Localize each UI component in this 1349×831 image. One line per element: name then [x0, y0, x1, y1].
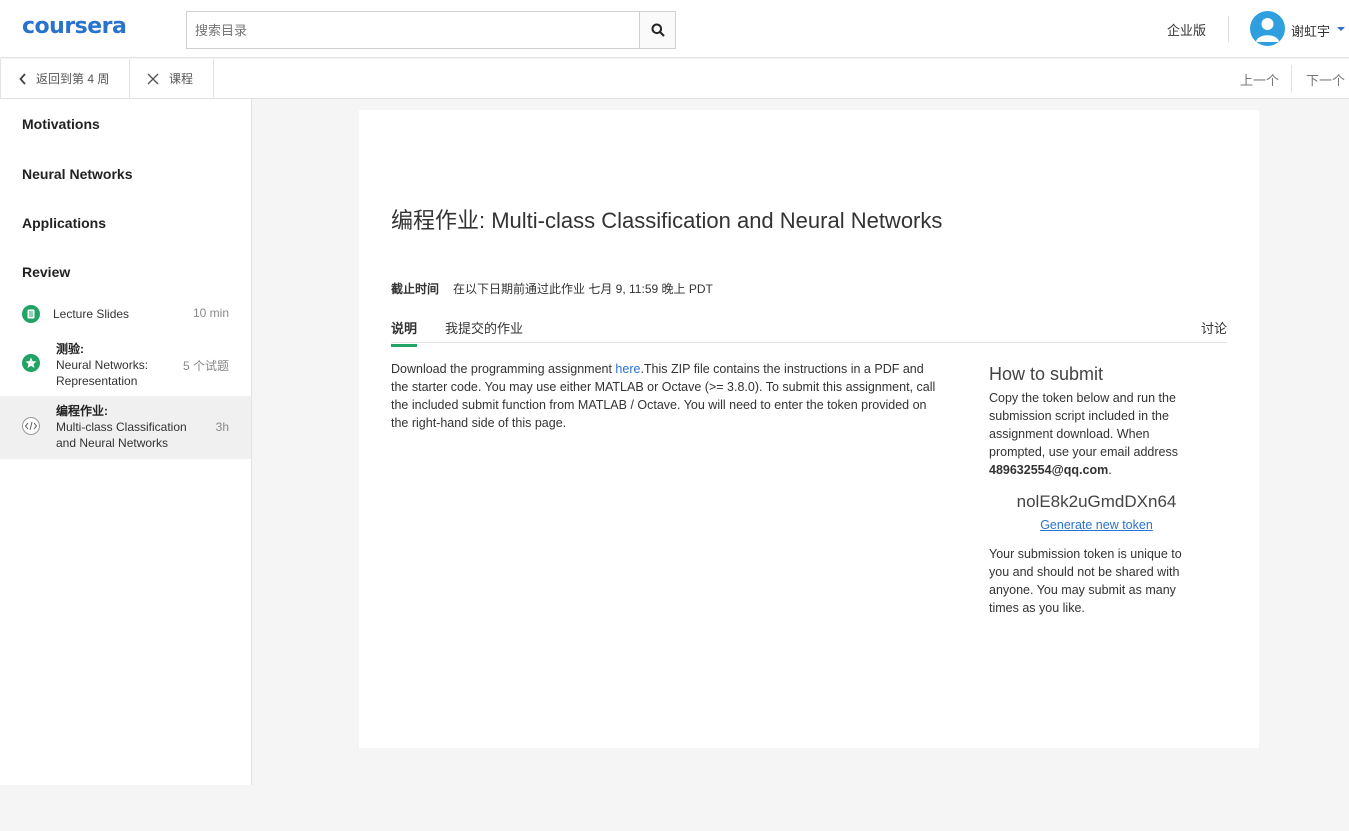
next-item-button[interactable]: 下一个	[1306, 70, 1345, 89]
close-icon	[147, 73, 159, 84]
nav-divider	[1291, 65, 1292, 93]
sidebar-item-programming-assignment[interactable]: 编程作业: Multi-class Classification and Neu…	[0, 396, 251, 459]
quiz-star-icon	[22, 354, 40, 372]
sidebar-section-review[interactable]: Review	[22, 264, 70, 280]
submit-instructions: Copy the token below and run the submiss…	[989, 389, 1204, 479]
user-icon	[1256, 18, 1279, 42]
search-input[interactable]	[187, 12, 639, 48]
submit-email: 489632554@qq.com	[989, 463, 1109, 477]
submit-instructions-text: Copy the token below and run the submiss…	[989, 391, 1178, 459]
title-prefix: 编程作业:	[391, 208, 492, 233]
sidebar-item-title: Neural Networks: Representation	[56, 358, 149, 388]
search-icon	[651, 23, 665, 37]
sidebar-item-duration: 10 min	[192, 306, 229, 320]
sidebar-section-motivations[interactable]: Motivations	[22, 116, 100, 132]
search-button[interactable]	[639, 12, 675, 48]
enterprise-link[interactable]: 企业版	[1167, 20, 1206, 39]
page-title: 编程作业: Multi-class Classification and Neu…	[391, 203, 942, 235]
token-note: Your submission token is unique to you a…	[989, 547, 1182, 615]
deadline: 截止时间 在以下日期前通过此作业 七月 9, 11:59 晚上 PDT	[391, 280, 713, 297]
sidebar-item-duration: 3h	[215, 420, 229, 434]
sidebar-section-applications[interactable]: Applications	[22, 215, 106, 231]
sidebar-item-kind: 编程作业:	[56, 404, 108, 418]
search-box	[186, 11, 676, 49]
top-header: coursera 企业版 谢虹宇	[0, 0, 1349, 58]
deadline-label: 截止时间	[391, 282, 440, 296]
sidebar-item-label: 测验: Neural Networks: Representation	[56, 341, 166, 389]
assignment-description: Download the programming assignment here…	[391, 360, 936, 432]
tab-instructions[interactable]: 说明	[391, 318, 418, 347]
download-link[interactable]: here	[615, 362, 640, 376]
how-to-submit-panel: How to submit Copy the token below and r…	[989, 364, 1204, 617]
submit-period: .	[1108, 463, 1112, 477]
tab-discussions[interactable]: 讨论	[1201, 318, 1227, 337]
tab-my-submissions[interactable]: 我提交的作业	[445, 318, 523, 344]
generate-token-link[interactable]: Generate new token	[989, 518, 1204, 532]
sidebar-item-kind: 测验:	[56, 342, 84, 356]
slides-icon	[22, 305, 40, 323]
close-course-button[interactable]: 课程	[130, 59, 214, 98]
sidebar-item-label: Lecture Slides	[53, 307, 130, 321]
sidebar-item-lecture-slides[interactable]: Lecture Slides 10 min	[0, 299, 251, 331]
submission-token[interactable]: nolE8k2uGmdDXn64	[989, 492, 1204, 512]
sub-navigation: 返回到第 4 周 课程 上一个 下一个	[0, 59, 1349, 99]
avatar[interactable]	[1250, 11, 1285, 46]
tab-bar: 说明 我提交的作业 讨论	[391, 317, 1227, 347]
sidebar: Motivations Neural Networks Applications…	[0, 99, 252, 785]
back-label: 返回到第 4 周	[36, 72, 110, 86]
assignment-card: 编程作业: Multi-class Classification and Neu…	[359, 110, 1259, 748]
sidebar-item-duration: 5 个试题	[182, 359, 229, 373]
sidebar-section-neural-networks[interactable]: Neural Networks	[22, 166, 132, 182]
code-icon	[22, 417, 40, 435]
sidebar-item-quiz[interactable]: 测验: Neural Networks: Representation 5 个试…	[0, 339, 251, 393]
coursera-logo[interactable]: coursera	[22, 14, 127, 39]
username[interactable]: 谢虹宇	[1291, 21, 1330, 40]
title-text: Multi-class Classification and Neural Ne…	[491, 208, 943, 233]
submit-heading: How to submit	[989, 364, 1104, 384]
close-label: 课程	[169, 72, 194, 86]
desc-text-before: Download the programming assignment	[391, 362, 616, 376]
previous-item-button[interactable]: 上一个	[1240, 70, 1279, 89]
sidebar-item-title: Multi-class Classification and Neural Ne…	[56, 420, 187, 450]
sidebar-item-label: 编程作业: Multi-class Classification and Neu…	[56, 403, 201, 451]
back-to-week-button[interactable]: 返回到第 4 周	[0, 59, 130, 98]
header-divider	[1228, 16, 1229, 42]
chevron-down-icon[interactable]	[1337, 27, 1345, 31]
chevron-left-icon	[19, 72, 26, 85]
deadline-text: 在以下日期前通过此作业 七月 9, 11:59 晚上 PDT	[453, 282, 713, 296]
